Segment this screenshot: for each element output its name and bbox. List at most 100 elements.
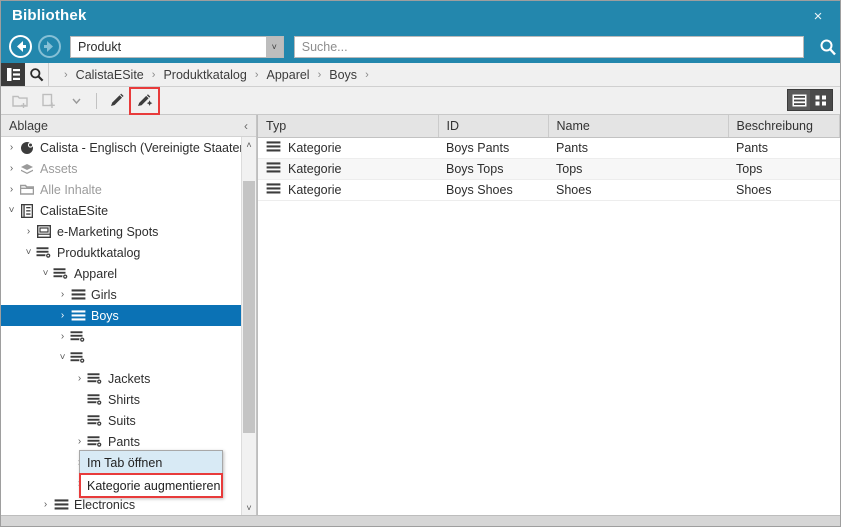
assets-icon <box>18 162 36 176</box>
tree-item-node-9[interactable]: › <box>1 326 241 347</box>
context-menu-item-open-in-tab[interactable]: Im Tab öffnen <box>80 451 222 474</box>
tree-item-node-10[interactable]: ˅ <box>1 347 241 368</box>
tree-item-suits[interactable]: Suits <box>1 410 241 431</box>
tree-toggle-icon[interactable] <box>1 63 25 86</box>
breadcrumb-item-2[interactable]: Apparel <box>267 68 310 82</box>
breadcrumb-separator: › <box>358 69 376 81</box>
items-table: Typ ID Name Beschreibung KategorieBoys P… <box>258 115 840 201</box>
augment-pencil-icon[interactable] <box>132 90 157 112</box>
cell-typ-label: Kategorie <box>288 141 342 155</box>
column-header-typ[interactable]: Typ <box>258 115 438 137</box>
tree-item-alle-inhalte[interactable]: ›Alle Inhalte <box>1 179 241 200</box>
twisty-expanded-icon[interactable]: ˅ <box>22 247 35 258</box>
toolbar-divider <box>96 93 97 109</box>
table-row[interactable]: KategorieBoys ShoesShoesShoes <box>258 180 840 201</box>
tree-item-calistaesite[interactable]: ˅ CalistaESite <box>1 200 241 221</box>
tree-item-e-marketing-spots[interactable]: ›e-Marketing Spots <box>1 221 241 242</box>
twisty-collapsed-icon[interactable]: › <box>22 226 35 237</box>
breadcrumb-item-0[interactable]: CalistaESite <box>76 68 144 82</box>
back-arrow-icon[interactable] <box>9 35 32 58</box>
twisty-collapsed-icon[interactable]: › <box>5 142 18 153</box>
tree-item-pants[interactable]: ›Pants <box>1 431 241 452</box>
table-row[interactable]: KategorieBoys TopsTopsTops <box>258 159 840 180</box>
product-type-combo[interactable]: Produkt ˅ <box>70 36 284 58</box>
column-header-name[interactable]: Name <box>548 115 728 137</box>
search-icon[interactable] <box>816 35 840 59</box>
chevron-down-icon[interactable]: ˅ <box>266 37 283 57</box>
breadcrumb-search-icon[interactable] <box>25 63 49 86</box>
tree-body: ›Calista - Englisch (Vereinigte Staaten)… <box>1 137 256 515</box>
master-catalog-icon <box>86 372 104 385</box>
tree-item-label: CalistaESite <box>36 204 108 218</box>
cell-beschreibung: Shoes <box>728 180 840 201</box>
master-catalog-icon <box>52 267 70 280</box>
spot-icon <box>35 225 53 238</box>
site-icon <box>18 204 36 218</box>
tree-header-label: Ablage <box>9 119 48 133</box>
twisty-expanded-icon[interactable]: ˅ <box>5 205 18 216</box>
column-header-beschreibung[interactable]: Beschreibung <box>728 115 840 137</box>
grid-view-icon[interactable] <box>810 90 832 110</box>
twisty-collapsed-icon[interactable]: › <box>5 184 18 195</box>
category-icon <box>52 498 70 511</box>
tree-item-assets[interactable]: › Assets <box>1 158 241 179</box>
main-body: Ablage ‹ ›Calista - Englisch (Vereinigte… <box>1 115 840 515</box>
table-header-row: Typ ID Name Beschreibung <box>258 115 840 137</box>
master-catalog-icon <box>86 435 104 448</box>
item-list-pane: Typ ID Name Beschreibung KategorieBoys P… <box>257 115 840 515</box>
window-title: Bibliothek <box>12 7 87 24</box>
status-bar <box>1 515 840 527</box>
context-menu-item-augment-category[interactable]: Kategorie augmentieren <box>80 474 222 497</box>
master-catalog-icon <box>69 351 87 364</box>
tree-item-label: Assets <box>36 162 78 176</box>
tree-item-boys[interactable]: › Boys <box>1 305 241 326</box>
tree-item-calista-englisch-vereinigte-staaten[interactable]: ›Calista - Englisch (Vereinigte Staaten) <box>1 137 241 158</box>
cell-name: Tops <box>548 159 728 180</box>
list-view-icon[interactable] <box>788 90 810 110</box>
cell-typ-label: Kategorie <box>288 183 342 197</box>
twisty-collapsed-icon[interactable]: › <box>73 373 86 384</box>
table-row[interactable]: KategorieBoys PantsPantsPants <box>258 137 840 159</box>
twisty-expanded-icon[interactable]: ˅ <box>56 352 69 363</box>
action-toolbar <box>1 87 840 115</box>
twisty-collapsed-icon[interactable]: › <box>5 163 18 174</box>
close-icon[interactable]: × <box>806 4 830 28</box>
column-header-id[interactable]: ID <box>438 115 548 137</box>
chevron-down-icon[interactable] <box>64 90 89 112</box>
twisty-collapsed-icon[interactable]: › <box>56 331 69 342</box>
breadcrumb-separator: › <box>145 69 163 81</box>
twisty-expanded-icon[interactable]: ˅ <box>39 268 52 279</box>
master-catalog-icon <box>86 393 104 406</box>
category-row-icon <box>266 140 281 156</box>
tree-item-girls[interactable]: ›Girls <box>1 284 241 305</box>
cell-name: Shoes <box>548 180 728 201</box>
folder-icon <box>18 183 36 196</box>
tree-item-label: Calista - Englisch (Vereinigte Staaten) <box>36 141 251 155</box>
collapse-panel-icon[interactable]: ‹ <box>244 119 248 133</box>
scroll-down-icon[interactable]: ˅ <box>242 500 256 515</box>
tree-item-produktkatalog[interactable]: ˅Produktkatalog <box>1 242 241 263</box>
scroll-up-icon[interactable]: ˄ <box>242 137 256 152</box>
tree-vertical-scrollbar[interactable]: ˄ ˅ <box>241 137 256 515</box>
forward-arrow-icon[interactable] <box>38 35 61 58</box>
twisty-collapsed-icon[interactable]: › <box>39 499 52 510</box>
twisty-collapsed-icon[interactable]: › <box>73 436 86 447</box>
search-box[interactable] <box>294 36 805 58</box>
tree-item-jackets[interactable]: ›Jackets <box>1 368 241 389</box>
cell-id: Boys Tops <box>438 159 548 180</box>
tree-item-shirts[interactable]: Shirts <box>1 389 241 410</box>
tree-item-apparel[interactable]: ˅Apparel <box>1 263 241 284</box>
scrollbar-thumb[interactable] <box>243 181 255 433</box>
edit-pencil-icon[interactable] <box>104 90 129 112</box>
new-item-icon[interactable] <box>36 90 61 112</box>
breadcrumb-item-3[interactable]: Boys <box>329 68 357 82</box>
cell-typ: Kategorie <box>258 138 438 159</box>
new-folder-icon[interactable] <box>8 90 33 112</box>
twisty-collapsed-icon[interactable]: › <box>56 289 69 300</box>
tree-item-label: Boys <box>87 309 119 323</box>
search-input[interactable] <box>295 37 804 57</box>
breadcrumb-item-1[interactable]: Produktkatalog <box>163 68 246 82</box>
master-catalog-icon <box>69 330 87 343</box>
context-menu: Im Tab öffnen Kategorie augmentieren <box>79 450 223 498</box>
twisty-collapsed-icon[interactable]: › <box>56 310 69 321</box>
